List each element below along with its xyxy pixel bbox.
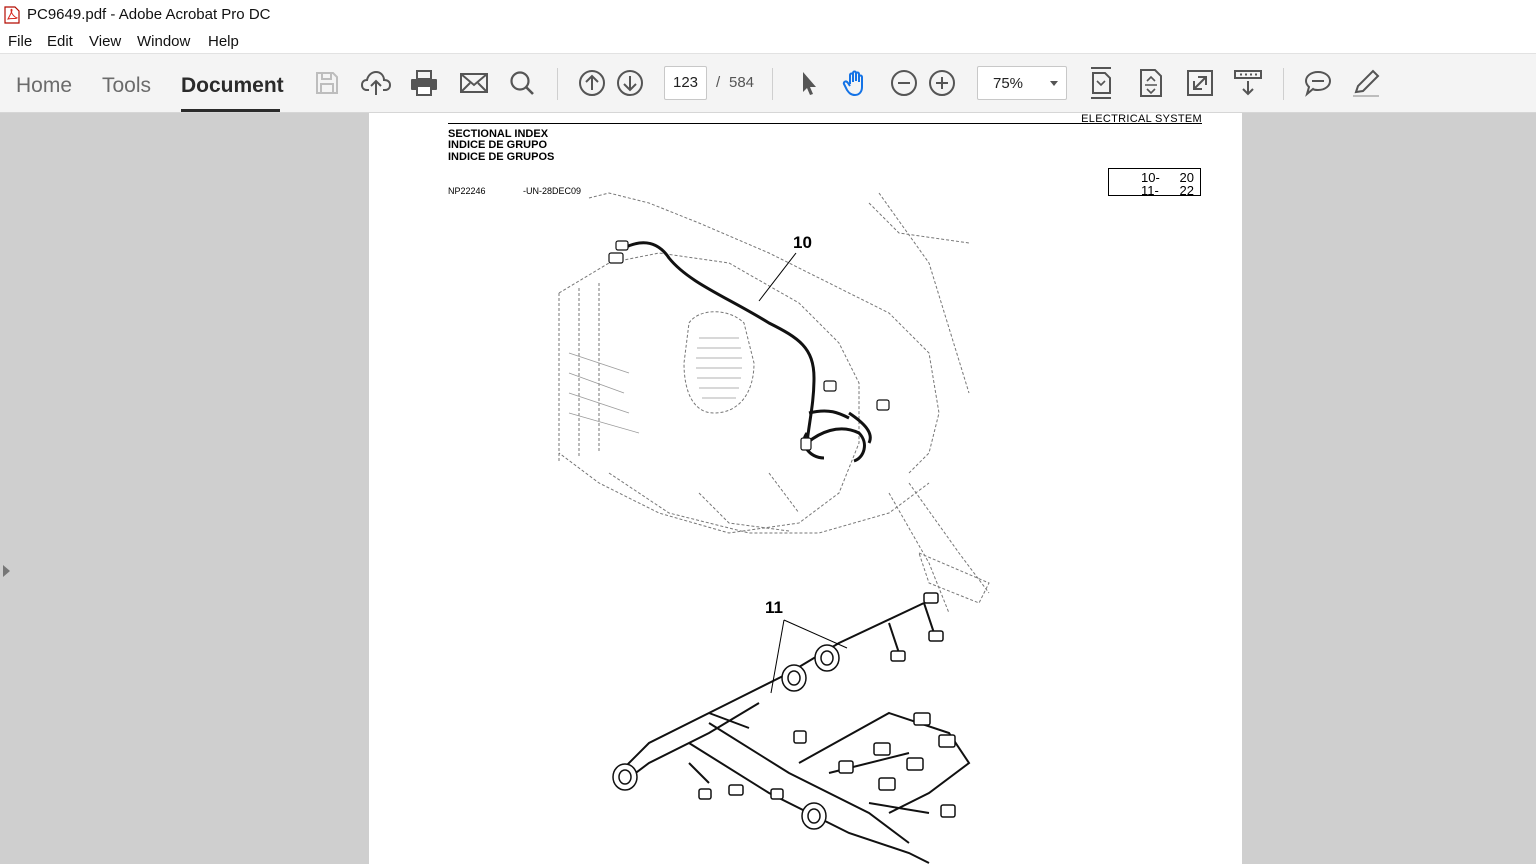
zoom-select[interactable]: 75% [977,66,1067,100]
toolbar-separator [772,68,773,100]
fit-page-icon[interactable] [1085,67,1117,99]
hand-icon[interactable] [840,67,872,99]
pdf-page: ELECTRICAL SYSTEM SECTIONAL INDEX INDICE… [369,113,1242,864]
full-screen-icon[interactable] [1184,67,1216,99]
zoom-value: 75% [993,75,1024,92]
zoom-out-icon[interactable] [888,67,920,99]
tab-home[interactable]: Home [16,74,72,98]
print-icon[interactable] [408,67,440,99]
pen-icon[interactable] [1350,67,1382,99]
menu-file[interactable]: File [8,33,32,50]
tab-document[interactable]: Document [181,74,284,98]
arrow-up-circle-icon[interactable] [576,67,608,99]
menu-bar: File Edit View Window Help [0,30,1536,54]
page-number-input[interactable]: 123 [664,66,707,100]
page-total: 584 [729,74,755,91]
title-bar: PC9649.pdf - Adobe Acrobat Pro DC [0,0,1536,30]
arrow-down-circle-icon[interactable] [614,67,646,99]
callout-11: 11 [765,598,783,617]
active-tab-indicator [181,109,280,112]
expand-panel-icon[interactable] [3,565,10,577]
envelope-icon[interactable] [458,67,490,99]
chevron-down-icon [1050,81,1058,86]
menu-edit[interactable]: Edit [47,33,73,50]
save-icon[interactable] [311,67,343,99]
document-viewer[interactable]: ELECTRICAL SYSTEM SECTIONAL INDEX INDICE… [0,113,1536,864]
cloud-upload-icon[interactable] [360,67,392,99]
main-toolbar: Home Tools Document 123 / 584 75% [0,54,1536,113]
comment-icon[interactable] [1302,67,1334,99]
tab-tools[interactable]: Tools [102,74,151,98]
page-separator: / [716,74,721,91]
menu-window[interactable]: Window [137,33,190,50]
scroll-mode-icon[interactable] [1232,67,1264,99]
menu-view[interactable]: View [89,33,121,50]
callout-10: 10 [793,233,812,252]
pdf-file-icon [4,6,20,24]
cursor-arrow-icon[interactable] [792,67,824,99]
zoom-in-icon[interactable] [926,67,958,99]
toolbar-separator [1283,68,1284,100]
menu-help[interactable]: Help [208,33,239,50]
rotate-view-icon[interactable] [1135,67,1167,99]
wiring-harness-illustration: 10 11 [558,192,990,864]
toolbar-separator [557,68,558,100]
search-icon[interactable] [506,67,538,99]
window-title: PC9649.pdf - Adobe Acrobat Pro DC [27,6,271,23]
